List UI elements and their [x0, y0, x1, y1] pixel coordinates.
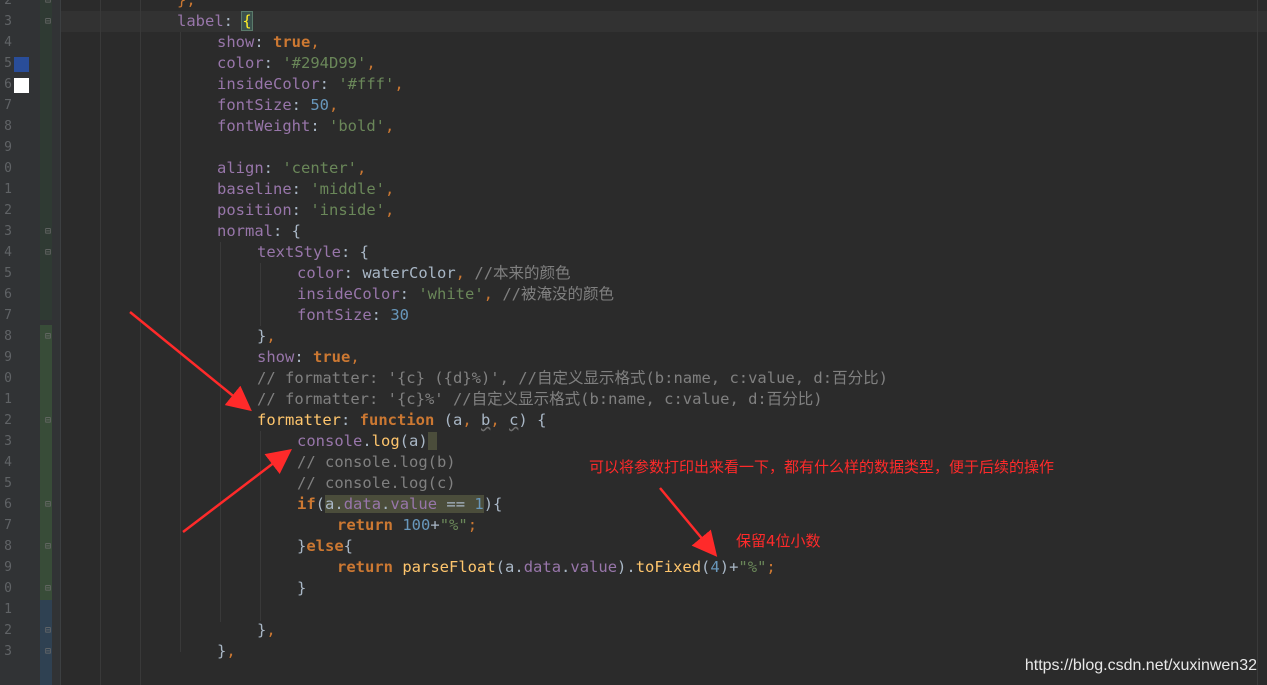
arrow-to-tofixed	[659, 487, 718, 557]
watermark: https://blog.csdn.net/xuxinwen32	[1024, 657, 1257, 674]
annotation-note-params: 可以将参数打印出来看一下，都有什么样的数据类型，便于后续的操作	[589, 458, 1055, 476]
annotation-arrows	[129, 311, 718, 557]
annotation-note-decimals: 保留4位小数	[736, 532, 821, 550]
arrow-to-console-log	[182, 448, 292, 533]
arrow-to-formatter	[129, 311, 252, 412]
